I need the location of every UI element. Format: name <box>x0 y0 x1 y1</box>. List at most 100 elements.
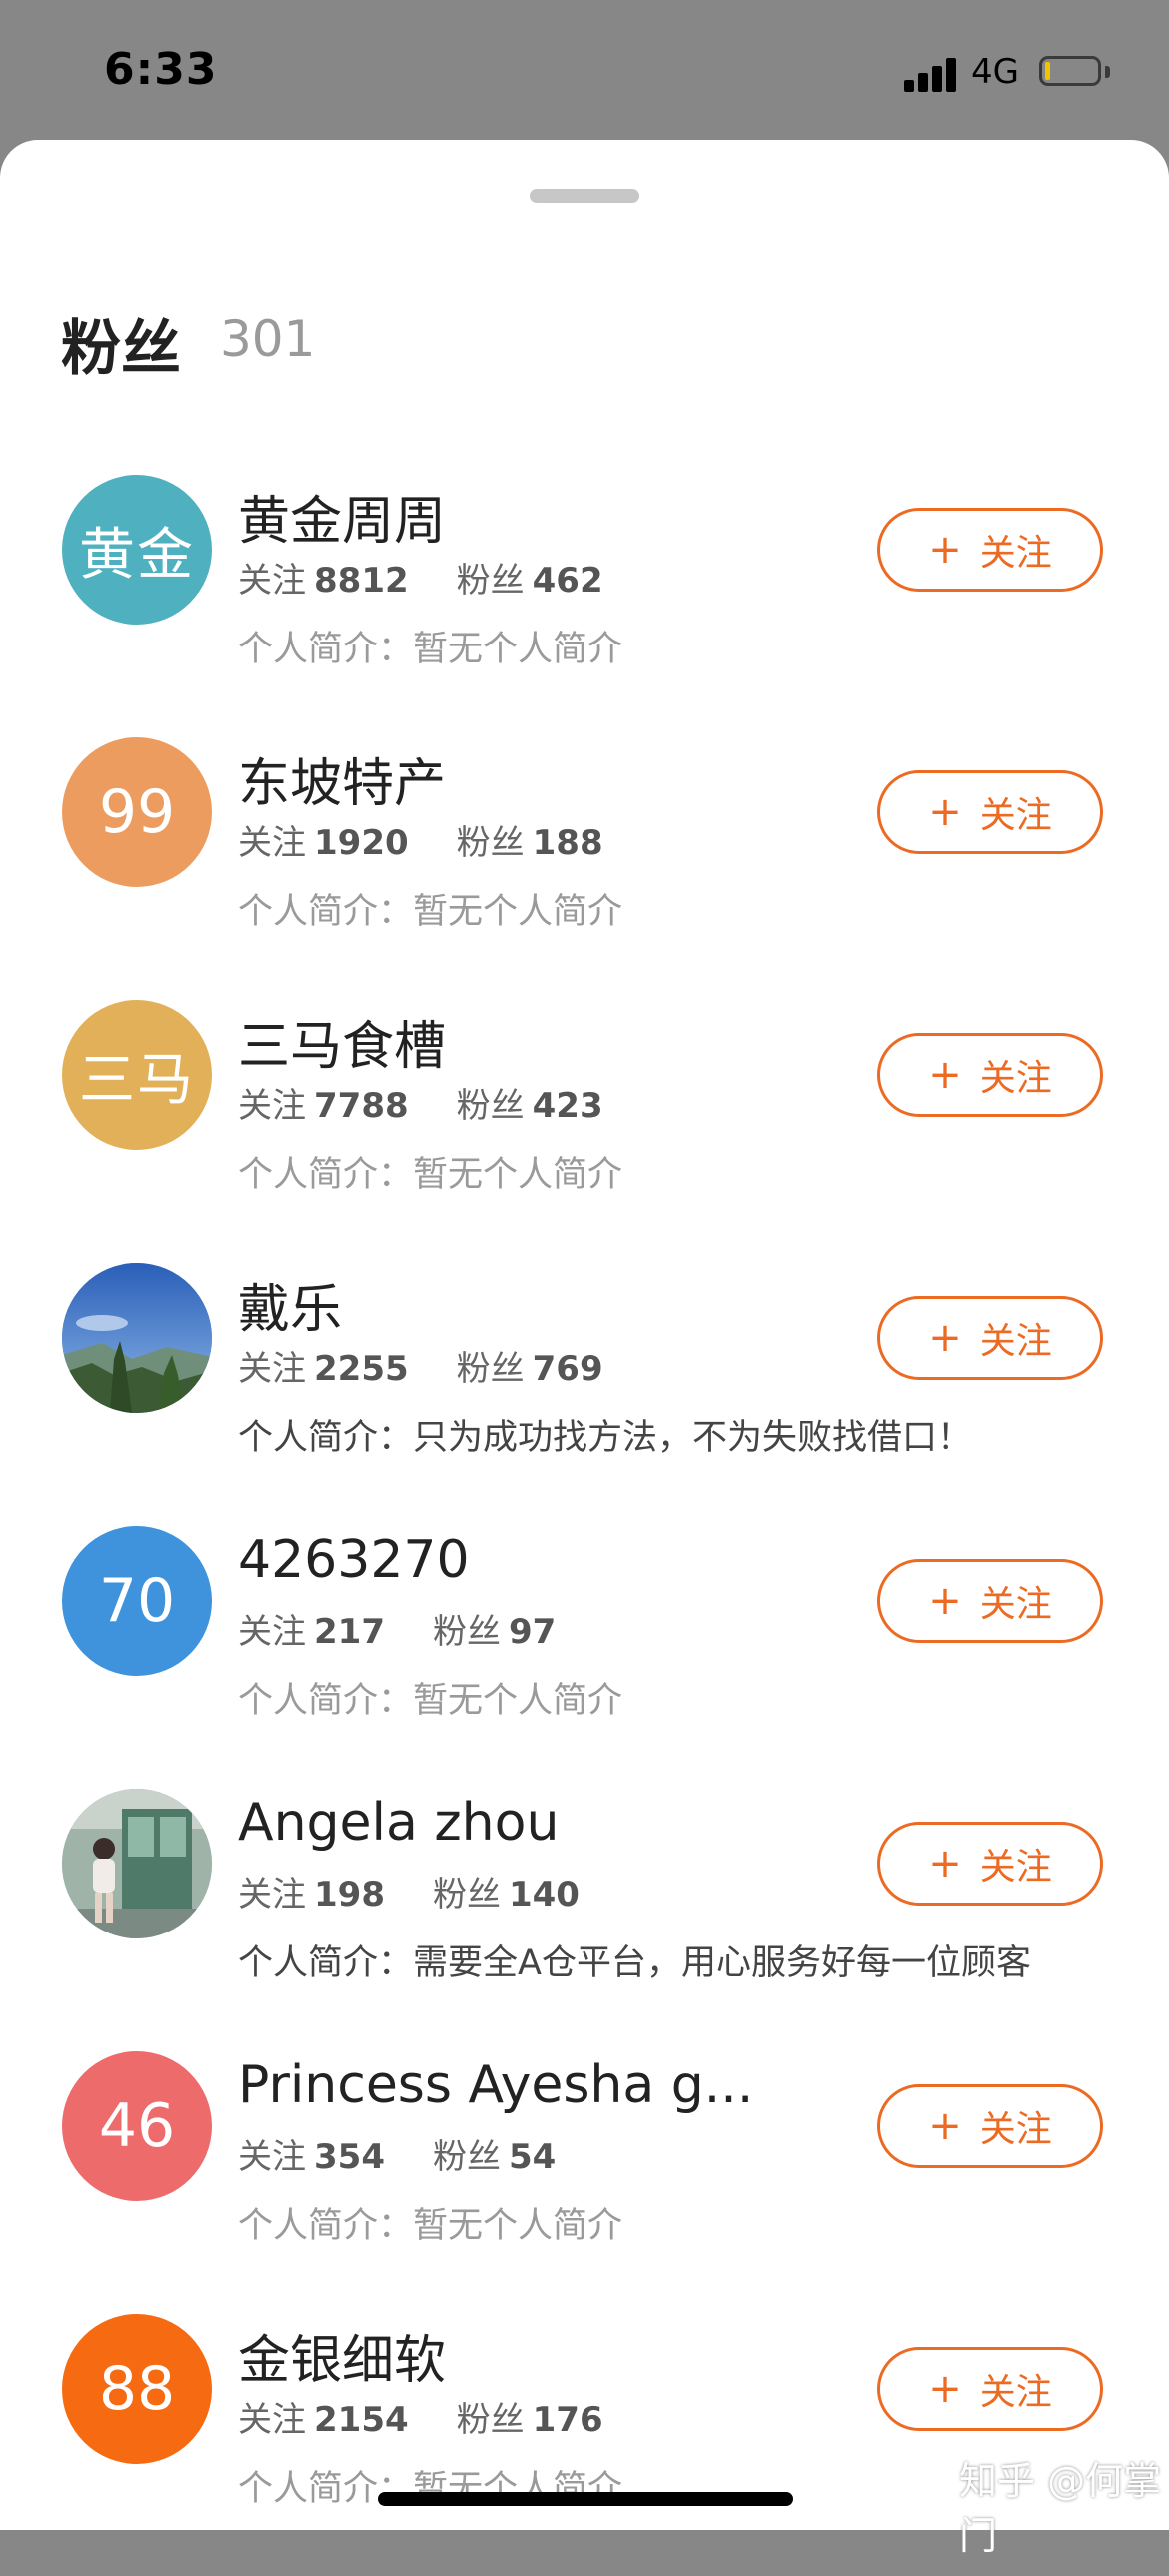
follow-button[interactable]: + 关注 <box>877 2084 1103 2168</box>
fans-label: 粉丝 <box>456 823 525 863</box>
follow-button[interactable]: + 关注 <box>877 1296 1103 1380</box>
fans-label: 粉丝 <box>456 1086 525 1126</box>
follower-stats: 关注 354 粉丝 54 <box>238 2129 556 2178</box>
fans-count: 176 <box>532 2400 603 2440</box>
following-label: 关注 <box>238 1349 306 1389</box>
follower-stats: 关注 1920 粉丝 188 <box>238 815 603 864</box>
follower-bio: 个人简介：暂无个人简介 <box>238 1155 623 1195</box>
follow-button-label: 关注 <box>979 795 1052 836</box>
fans-label: 粉丝 <box>456 2400 525 2440</box>
person-photo <box>62 1789 212 1938</box>
home-indicator[interactable] <box>378 2492 793 2506</box>
fans-count: 188 <box>532 823 603 863</box>
fans-count: 769 <box>532 1349 603 1389</box>
followers-sheet: 粉丝 301 黄金 黄金周周 关注 8812 粉丝 462 个人简介：暂无个人简介 +… <box>0 140 1169 2530</box>
avatar[interactable]: 46 <box>62 2051 212 2201</box>
follower-item[interactable]: Angela zhou 关注 198 粉丝 140 个人简介：需要全A仓平台，用心服务… <box>0 1789 1169 2050</box>
follower-name[interactable]: 三马食槽 <box>238 1004 446 1079</box>
plus-icon: + <box>928 789 962 835</box>
status-time: 6:33 <box>104 44 218 95</box>
following-count: 354 <box>314 2137 385 2177</box>
follower-item[interactable]: 戴乐 关注 2255 粉丝 769 个人简介：只为成功找方法，不为失败找借口！ + 关注 <box>0 1263 1169 1525</box>
following-label: 关注 <box>238 1612 306 1652</box>
follower-stats: 关注 7788 粉丝 423 <box>238 1078 603 1127</box>
plus-icon: + <box>928 1052 962 1098</box>
follower-bio: 个人简介：只为成功找方法，不为失败找借口！ <box>238 1418 973 1458</box>
follower-bio: 个人简介：需要全A仓平台，用心服务好每一位顾客 <box>238 1943 1031 1983</box>
follower-item[interactable]: 三马 三马食槽 关注 7788 粉丝 423 个人简介：暂无个人简介 + 关注 <box>0 1000 1169 1262</box>
follow-button[interactable]: + 关注 <box>877 2347 1103 2431</box>
sheet-title: 粉丝 <box>61 314 181 384</box>
follow-button[interactable]: + 关注 <box>877 508 1103 592</box>
follower-item[interactable]: 99 东坡特产 关注 1920 粉丝 188 个人简介：暂无个人简介 + 关注 <box>0 737 1169 999</box>
follower-item[interactable]: 70 4263270 关注 217 粉丝 97 个人简介：暂无个人简介 + 关注 <box>0 1526 1169 1788</box>
follow-button[interactable]: + 关注 <box>877 1033 1103 1117</box>
plus-icon: + <box>928 2366 962 2412</box>
fans-label: 粉丝 <box>432 1612 501 1652</box>
follower-stats: 关注 217 粉丝 97 <box>238 1604 556 1653</box>
follow-button-label: 关注 <box>979 2109 1052 2150</box>
fans-count: 462 <box>532 561 603 601</box>
following-label: 关注 <box>238 2137 306 2177</box>
following-count: 8812 <box>314 561 409 601</box>
following-label: 关注 <box>238 2400 306 2440</box>
follow-button[interactable]: + 关注 <box>877 770 1103 854</box>
follow-button-label: 关注 <box>979 1058 1052 1099</box>
plus-icon: + <box>928 1578 962 1624</box>
avatar[interactable]: 99 <box>62 737 212 887</box>
follower-name[interactable]: 戴乐 <box>238 1267 342 1342</box>
follower-name[interactable]: 金银细软 <box>238 2318 446 2393</box>
follower-name[interactable]: 4263270 <box>238 1530 470 1590</box>
following-count: 198 <box>314 1875 385 1915</box>
following-count: 1920 <box>314 823 409 863</box>
landscape-photo <box>62 1263 212 1413</box>
avatar-photo[interactable] <box>62 1263 212 1413</box>
avatar[interactable]: 88 <box>62 2314 212 2464</box>
follow-button-label: 关注 <box>979 1847 1052 1888</box>
avatar[interactable]: 黄金 <box>62 475 212 625</box>
following-count: 2255 <box>314 1349 409 1389</box>
avatar-photo[interactable] <box>62 1789 212 1938</box>
battery-level <box>1045 62 1050 80</box>
follow-button[interactable]: + 关注 <box>877 1822 1103 1906</box>
follower-name[interactable]: 东坡特产 <box>238 741 446 816</box>
follow-button[interactable]: + 关注 <box>877 1559 1103 1643</box>
fans-label: 粉丝 <box>432 2137 501 2177</box>
following-count: 2154 <box>314 2400 409 2440</box>
plus-icon: + <box>928 1841 962 1887</box>
avatar-text: 99 <box>98 777 176 847</box>
following-label: 关注 <box>238 561 306 601</box>
watermark: 知乎 @何掌门 <box>959 2459 1162 2558</box>
network-type: 4G <box>971 52 1019 92</box>
follower-item[interactable]: 46 Princess Ayesha g... 关注 354 粉丝 54 个人简介：暂… <box>0 2051 1169 2313</box>
fans-label: 粉丝 <box>456 1349 525 1389</box>
follower-bio: 个人简介：暂无个人简介 <box>238 1681 623 1721</box>
fans-count: 140 <box>508 1875 580 1915</box>
avatar-text: 88 <box>98 2354 176 2424</box>
drag-handle[interactable] <box>530 189 639 203</box>
battery-icon <box>1039 56 1101 86</box>
plus-icon: + <box>928 527 962 573</box>
following-label: 关注 <box>238 823 306 863</box>
follower-name[interactable]: 黄金周周 <box>238 479 446 554</box>
following-count: 217 <box>314 1612 385 1652</box>
follower-name[interactable]: Angela zhou <box>238 1793 559 1853</box>
plus-icon: + <box>928 1315 962 1361</box>
follow-button-label: 关注 <box>979 533 1052 574</box>
avatar[interactable]: 三马 <box>62 1000 212 1150</box>
avatar-text: 三马 <box>79 1047 195 1113</box>
follower-count: 301 <box>220 310 316 368</box>
avatar[interactable]: 70 <box>62 1526 212 1676</box>
battery-tip <box>1105 66 1110 78</box>
avatar-text: 黄金 <box>79 522 195 588</box>
follower-bio: 个人简介：暂无个人简介 <box>238 892 623 932</box>
follower-name[interactable]: Princess Ayesha g... <box>238 2055 753 2115</box>
following-label: 关注 <box>238 1086 306 1126</box>
plus-icon: + <box>928 2103 962 2149</box>
follow-button-label: 关注 <box>979 1584 1052 1625</box>
cellular-signal-icon <box>904 56 960 92</box>
follower-item[interactable]: 黄金 黄金周周 关注 8812 粉丝 462 个人简介：暂无个人简介 + 关注 <box>0 475 1169 736</box>
follower-stats: 关注 8812 粉丝 462 <box>238 553 603 602</box>
following-count: 7788 <box>314 1086 409 1126</box>
fans-label: 粉丝 <box>456 561 525 601</box>
